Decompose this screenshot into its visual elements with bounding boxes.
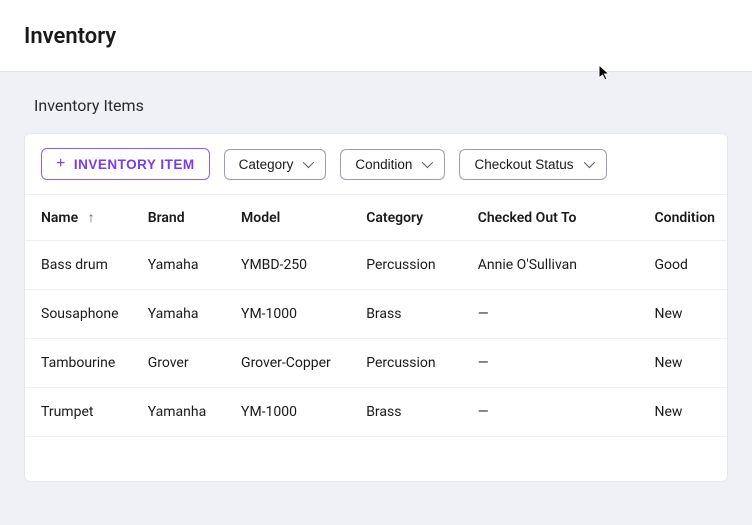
column-label: Name bbox=[41, 210, 78, 226]
content-area: Inventory Items + INVENTORY ITEM Categor… bbox=[0, 72, 752, 482]
filter-category-button[interactable]: Category bbox=[224, 149, 327, 180]
cell-condition: New bbox=[643, 339, 728, 388]
add-button-label: INVENTORY ITEM bbox=[74, 157, 195, 172]
filter-label: Checkout Status bbox=[474, 157, 573, 172]
cell-checked-out-to: — bbox=[466, 290, 643, 339]
page-title: Inventory bbox=[24, 24, 728, 49]
cell-brand: Yamanha bbox=[136, 388, 229, 437]
cell-condition: New bbox=[643, 388, 728, 437]
column-label: Category bbox=[366, 210, 423, 226]
inventory-panel: + INVENTORY ITEM Category Condition Chec… bbox=[24, 133, 728, 482]
cell-name: Tambourine bbox=[25, 339, 136, 388]
cell-category: Brass bbox=[354, 290, 466, 339]
toolbar: + INVENTORY ITEM Category Condition Chec… bbox=[25, 134, 727, 194]
plus-icon: + bbox=[56, 156, 66, 172]
filter-label: Category bbox=[239, 157, 294, 172]
column-header-model[interactable]: Model bbox=[229, 195, 354, 241]
filter-checkout-status-button[interactable]: Checkout Status bbox=[459, 149, 606, 180]
table-header-row: Name ↑ Brand Model Category Checked Out … bbox=[25, 195, 727, 241]
column-label: Checked Out To bbox=[478, 210, 577, 226]
add-inventory-item-button[interactable]: + INVENTORY ITEM bbox=[41, 148, 210, 180]
cell-condition: Good bbox=[643, 241, 728, 290]
cell-model: Grover-Copper bbox=[229, 339, 354, 388]
cell-name: Sousaphone bbox=[25, 290, 136, 339]
section-title: Inventory Items bbox=[24, 96, 728, 115]
table-footer-space bbox=[25, 437, 727, 481]
cell-name: Trumpet bbox=[25, 388, 136, 437]
column-label: Model bbox=[241, 210, 280, 226]
filter-label: Condition bbox=[355, 157, 412, 172]
cell-condition: New bbox=[643, 290, 728, 339]
chevron-down-icon bbox=[422, 157, 433, 168]
cell-name: Bass drum bbox=[25, 241, 136, 290]
cell-model: YM-1000 bbox=[229, 290, 354, 339]
inventory-table: Name ↑ Brand Model Category Checked Out … bbox=[25, 194, 727, 437]
column-header-category[interactable]: Category bbox=[354, 195, 466, 241]
table-row[interactable]: TambourineGroverGrover-CopperPercussion—… bbox=[25, 339, 727, 388]
chevron-down-icon bbox=[583, 157, 594, 168]
table-row[interactable]: SousaphoneYamahaYM-1000Brass—New bbox=[25, 290, 727, 339]
column-header-checked-out-to[interactable]: Checked Out To bbox=[466, 195, 643, 241]
cell-brand: Grover bbox=[136, 339, 229, 388]
cell-brand: Yamaha bbox=[136, 241, 229, 290]
table-row[interactable]: Bass drumYamahaYMBD-250PercussionAnnie O… bbox=[25, 241, 727, 290]
cell-category: Brass bbox=[354, 388, 466, 437]
cell-category: Percussion bbox=[354, 339, 466, 388]
sort-ascending-icon: ↑ bbox=[88, 209, 95, 226]
cell-checked-out-to: — bbox=[466, 339, 643, 388]
column-label: Brand bbox=[148, 210, 185, 226]
chevron-down-icon bbox=[303, 157, 314, 168]
cell-brand: Yamaha bbox=[136, 290, 229, 339]
cell-category: Percussion bbox=[354, 241, 466, 290]
cell-model: YM-1000 bbox=[229, 388, 354, 437]
column-header-brand[interactable]: Brand bbox=[136, 195, 229, 241]
cell-model: YMBD-250 bbox=[229, 241, 354, 290]
cell-checked-out-to: Annie O'Sullivan bbox=[466, 241, 643, 290]
column-header-name[interactable]: Name ↑ bbox=[25, 195, 136, 241]
table-row[interactable]: TrumpetYamanhaYM-1000Brass—New bbox=[25, 388, 727, 437]
filter-condition-button[interactable]: Condition bbox=[340, 149, 445, 180]
page-header: Inventory bbox=[0, 0, 752, 72]
column-header-condition[interactable]: Condition bbox=[643, 195, 728, 241]
column-label: Condition bbox=[655, 210, 716, 226]
cell-checked-out-to: — bbox=[466, 388, 643, 437]
